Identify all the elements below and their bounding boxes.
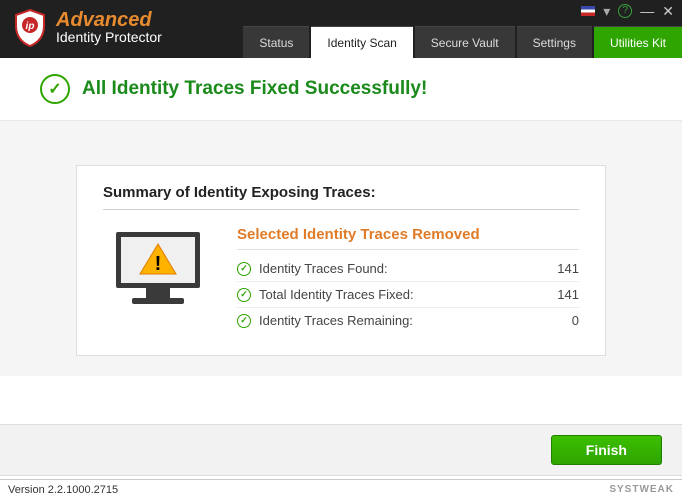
svg-text:ip: ip — [26, 21, 35, 32]
tab-identity-scan[interactable]: Identity Scan — [311, 26, 412, 58]
summary-heading: Summary of Identity Exposing Traces: — [103, 184, 579, 210]
version-text: Version 2.2.1000.2715 — [8, 484, 118, 496]
stat-row-remaining: ✓ Identity Traces Remaining: 0 — [237, 308, 579, 333]
stat-value: 141 — [539, 287, 579, 302]
stat-row-found: ✓ Identity Traces Found: 141 — [237, 256, 579, 282]
tab-utilities-kit[interactable]: Utilities Kit — [594, 26, 682, 58]
tab-status[interactable]: Status — [243, 26, 309, 58]
language-flag-icon[interactable] — [581, 6, 595, 16]
stat-row-fixed: ✓ Total Identity Traces Fixed: 141 — [237, 282, 579, 308]
app-logo-icon: ip — [12, 8, 48, 48]
brand-subtitle: Identity Protector — [56, 30, 162, 45]
minimize-icon[interactable]: — — [640, 4, 654, 18]
stat-label: Identity Traces Found: — [259, 261, 531, 276]
tab-settings[interactable]: Settings — [517, 26, 592, 58]
success-message: All Identity Traces Fixed Successfully! — [82, 78, 427, 100]
stat-label: Identity Traces Remaining: — [259, 313, 531, 328]
stat-value: 0 — [539, 313, 579, 328]
language-dropdown-icon[interactable]: ▾ — [603, 4, 610, 18]
help-icon[interactable]: ? — [618, 4, 632, 18]
watermark: SYSTWEAK — [609, 484, 674, 496]
success-check-icon: ✓ — [40, 74, 70, 104]
monitor-warning-icon: ! — [103, 226, 213, 333]
summary-card: Summary of Identity Exposing Traces: ! S… — [76, 165, 606, 356]
close-icon[interactable]: ✕ — [662, 4, 674, 18]
check-icon: ✓ — [237, 288, 251, 302]
stat-label: Total Identity Traces Fixed: — [259, 287, 531, 302]
finish-button[interactable]: Finish — [551, 435, 662, 465]
stat-value: 141 — [539, 261, 579, 276]
check-icon: ✓ — [237, 314, 251, 328]
brand-name: Advanced — [56, 10, 162, 30]
svg-text:!: ! — [155, 253, 162, 275]
summary-subtitle: Selected Identity Traces Removed — [237, 226, 579, 250]
check-icon: ✓ — [237, 262, 251, 276]
tab-secure-vault[interactable]: Secure Vault — [415, 26, 515, 58]
